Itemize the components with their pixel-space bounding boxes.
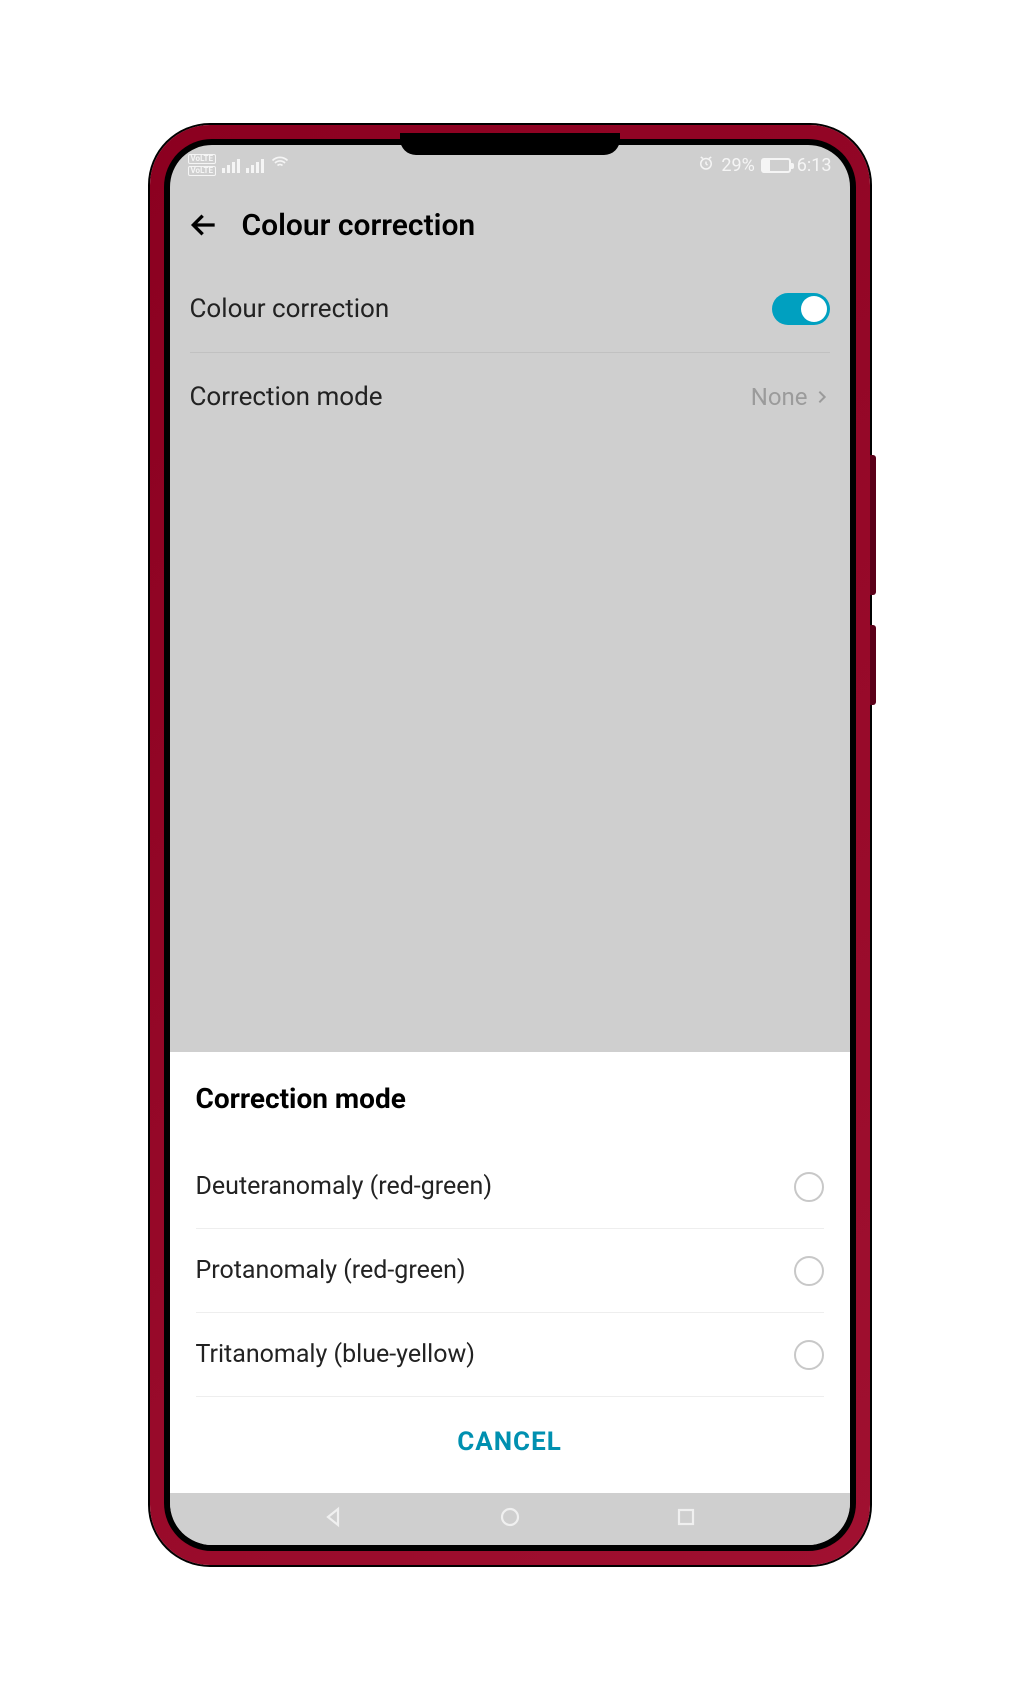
option-deuteranomaly[interactable]: Deuteranomaly (red-green) <box>196 1145 824 1229</box>
battery-icon <box>761 158 791 173</box>
volte-badge-2: VoLTE <box>188 166 216 176</box>
chevron-right-icon <box>814 383 830 411</box>
colour-correction-toggle-row[interactable]: Colour correction <box>190 265 830 353</box>
power-button <box>870 625 876 705</box>
radio-icon <box>794 1172 824 1202</box>
toggle-label: Colour correction <box>190 294 390 324</box>
signal-icon <box>222 157 240 173</box>
option-tritanomaly[interactable]: Tritanomaly (blue-yellow) <box>196 1313 824 1397</box>
nav-recent-icon[interactable] <box>674 1505 698 1533</box>
status-left: VoLTE VoLTE <box>188 153 290 178</box>
clock: 6:13 <box>797 155 832 176</box>
radio-icon <box>794 1340 824 1370</box>
volte-indicator: VoLTE VoLTE <box>188 154 216 176</box>
alarm-icon <box>697 154 715 177</box>
header: Colour correction <box>170 185 850 265</box>
nav-back-icon[interactable] <box>322 1505 346 1533</box>
colour-correction-toggle[interactable] <box>772 293 830 325</box>
cancel-row: CANCEL <box>196 1397 824 1473</box>
screen: VoLTE VoLTE 29% 6:13 <box>170 145 850 1545</box>
toggle-knob <box>801 296 827 322</box>
signal-icon-2 <box>246 157 264 173</box>
mode-value-group: None <box>751 383 830 411</box>
battery-percent: 29% <box>721 155 754 176</box>
correction-mode-row[interactable]: Correction mode None <box>190 353 830 441</box>
volume-button <box>870 455 876 595</box>
page-title: Colour correction <box>242 208 476 243</box>
settings-list: Colour correction Correction mode None <box>170 265 850 441</box>
option-label: Protanomaly (red-green) <box>196 1256 466 1285</box>
option-label: Tritanomaly (blue-yellow) <box>196 1340 475 1369</box>
cancel-button[interactable]: CANCEL <box>457 1427 562 1457</box>
phone-inner: VoLTE VoLTE 29% 6:13 <box>164 139 856 1551</box>
wifi-icon <box>270 153 290 178</box>
mode-label: Correction mode <box>190 382 383 412</box>
nav-bar <box>170 1493 850 1545</box>
correction-mode-sheet: Correction mode Deuteranomaly (red-green… <box>170 1052 850 1493</box>
radio-icon <box>794 1256 824 1286</box>
sheet-title: Correction mode <box>196 1082 824 1115</box>
option-protanomaly[interactable]: Protanomaly (red-green) <box>196 1229 824 1313</box>
volte-badge-1: VoLTE <box>188 154 216 164</box>
mode-value: None <box>751 383 808 411</box>
status-right: 29% 6:13 <box>697 154 831 177</box>
notch <box>400 133 620 155</box>
back-button[interactable] <box>186 207 222 243</box>
option-label: Deuteranomaly (red-green) <box>196 1172 493 1201</box>
nav-home-icon[interactable] <box>498 1505 522 1533</box>
phone-frame: VoLTE VoLTE 29% 6:13 <box>150 125 870 1565</box>
